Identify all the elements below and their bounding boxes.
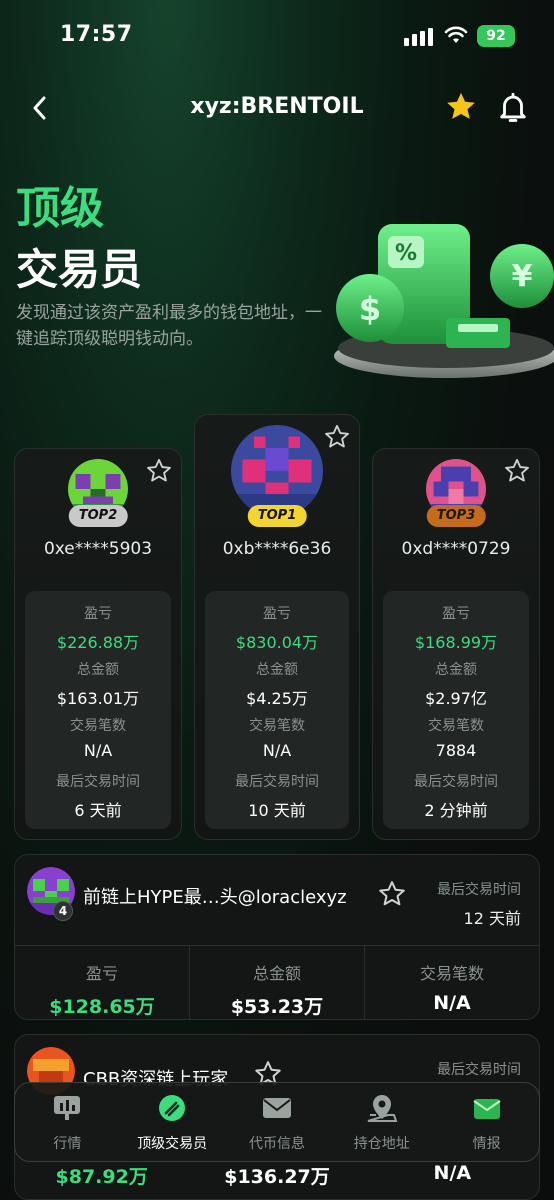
tab-market[interactable]: 行情 xyxy=(15,1083,120,1161)
pnl-value: $128.65万 xyxy=(49,996,155,1018)
trader-name: 前链上HYPE最…头@loraclexyz xyxy=(83,887,347,908)
star-outline-icon[interactable] xyxy=(503,457,531,485)
total-label: 总金额 xyxy=(256,662,298,678)
pnl-value: $168.99万 xyxy=(414,633,498,652)
tab-label: 情报 xyxy=(472,1136,501,1152)
top-trader-card-1[interactable]: TOP1 0xb****6e36 盈亏 $830.04万 总金额 $4.25万 交易… xyxy=(194,414,360,840)
total-value: $136.27万 xyxy=(224,1166,330,1188)
favorite-star-icon[interactable] xyxy=(444,90,478,124)
wifi-icon xyxy=(444,26,468,43)
status-bar: 17:57 92 xyxy=(0,0,554,72)
pnl-value: $226.88万 xyxy=(56,633,140,652)
trades-label: 交易笔数 xyxy=(249,718,305,734)
top-nav: xyz:BRENTOIL xyxy=(0,80,554,136)
pnl-value: $87.92万 xyxy=(55,1166,148,1188)
bottom-tab-bar: 行情 顶级交易员 代币信息 持仓地址 情报 xyxy=(14,1082,540,1162)
total-label: 总金额 xyxy=(252,964,301,983)
svg-text:%: % xyxy=(395,241,417,266)
last-trade-label: 最后交易时间 xyxy=(437,882,521,898)
star-outline-icon[interactable] xyxy=(377,879,407,909)
map-pin-icon xyxy=(367,1095,398,1122)
tab-holder-addresses[interactable]: 持仓地址 xyxy=(329,1083,434,1161)
wallet-address: 0xe****5903 xyxy=(43,539,153,559)
wallet-address: 0xd****0729 xyxy=(401,539,511,559)
last-trade-label: 最后交易时间 xyxy=(56,774,140,790)
hero-title-top: 顶级 xyxy=(16,183,104,234)
last-trade-label: 最后交易时间 xyxy=(437,1062,521,1078)
bell-icon[interactable] xyxy=(496,90,530,124)
money-machine-illustration: % ¥ $ xyxy=(334,224,554,378)
svg-text:$: $ xyxy=(359,290,381,328)
total-value: $2.97亿 xyxy=(425,689,487,708)
rank-number: 4 xyxy=(53,901,73,921)
battery-indicator: 92 xyxy=(477,25,515,47)
mail-icon xyxy=(262,1098,291,1118)
chart-bar-icon xyxy=(54,1096,81,1120)
next-card-stats: $87.92万 $136.27万 N/A xyxy=(14,1162,540,1196)
rank-badge: TOP2 xyxy=(68,505,128,527)
pnl-label: 盈亏 xyxy=(442,606,470,622)
trader-icon xyxy=(159,1095,186,1121)
trades-label: 交易笔数 xyxy=(428,718,484,734)
trader-stats: 盈亏 $128.65万 总金额 $53.23万 交易笔数 N/A xyxy=(15,945,539,1019)
total-label: 总金额 xyxy=(77,662,119,678)
last-trade-label: 最后交易时间 xyxy=(414,774,498,790)
avatar xyxy=(231,425,323,517)
star-outline-icon[interactable] xyxy=(323,423,351,451)
top-trader-card-3[interactable]: TOP3 0xd****0729 盈亏 $168.99万 总金额 $2.97亿 交易… xyxy=(372,448,540,840)
tab-intel[interactable]: 情报 xyxy=(434,1083,539,1161)
last-trade-value: 6 天前 xyxy=(74,801,122,820)
trader-stats: 盈亏 $830.04万 总金额 $4.25万 交易笔数 N/A 最后交易时间 10 天前 xyxy=(205,591,349,829)
cellular-signal-icon xyxy=(404,28,433,46)
pnl-label: 盈亏 xyxy=(263,606,291,622)
tab-top-traders[interactable]: 顶级交易员 xyxy=(120,1083,225,1161)
tab-token-info[interactable]: 代币信息 xyxy=(225,1083,330,1161)
pnl-label: 盈亏 xyxy=(84,606,112,622)
svg-text:¥: ¥ xyxy=(512,259,533,294)
news-icon xyxy=(473,1099,501,1119)
trades-value: 7884 xyxy=(435,741,477,760)
total-value: $53.23万 xyxy=(230,996,324,1018)
trader-list-item[interactable]: 4 前链上HYPE最…头@loraclexyz 最后交易时间 12 天前 盈亏 $… xyxy=(14,854,540,1020)
rank-badge: TOP3 xyxy=(426,505,486,527)
trades-label: 交易笔数 xyxy=(70,718,126,734)
top-trader-card-2[interactable]: TOP2 0xe****5903 盈亏 $226.88万 总金额 $163.01万 … xyxy=(14,448,182,840)
rank-badge: TOP1 xyxy=(247,505,307,527)
trades-value: N/A xyxy=(433,1162,472,1184)
last-trade-value: 12 天前 xyxy=(463,909,521,928)
last-trade-value: 2 分钟前 xyxy=(424,801,488,820)
tab-label: 持仓地址 xyxy=(353,1136,410,1152)
wallet-address: 0xb****6e36 xyxy=(222,539,332,559)
tab-label: 代币信息 xyxy=(248,1136,305,1152)
pnl-label: 盈亏 xyxy=(85,964,118,983)
trades-value: N/A xyxy=(83,741,113,760)
tab-label: 顶级交易员 xyxy=(137,1136,208,1152)
total-value: $163.01万 xyxy=(56,689,140,708)
last-trade-label: 最后交易时间 xyxy=(235,774,319,790)
trader-stats: 盈亏 $226.88万 总金额 $163.01万 交易笔数 N/A 最后交易时间 6 天… xyxy=(25,591,171,829)
total-label: 总金额 xyxy=(435,662,477,678)
status-time: 17:57 xyxy=(60,22,133,47)
trades-value: N/A xyxy=(433,992,471,1014)
total-value: $4.25万 xyxy=(246,689,308,708)
hero-description: 发现通过该资产盈利最多的钱包地址，一键追踪顶级聪明钱动向。 xyxy=(16,303,322,349)
trades-label: 交易笔数 xyxy=(419,964,484,983)
star-outline-icon[interactable] xyxy=(145,457,173,485)
last-trade-value: 10 天前 xyxy=(248,801,306,820)
trades-value: N/A xyxy=(262,741,292,760)
tab-label: 行情 xyxy=(53,1136,82,1152)
pnl-value: $830.04万 xyxy=(235,633,319,652)
trader-stats: 盈亏 $168.99万 总金额 $2.97亿 交易笔数 7884 最后交易时间 2 分钟… xyxy=(383,591,529,829)
hero-title-bottom: 交易员 xyxy=(16,245,143,294)
